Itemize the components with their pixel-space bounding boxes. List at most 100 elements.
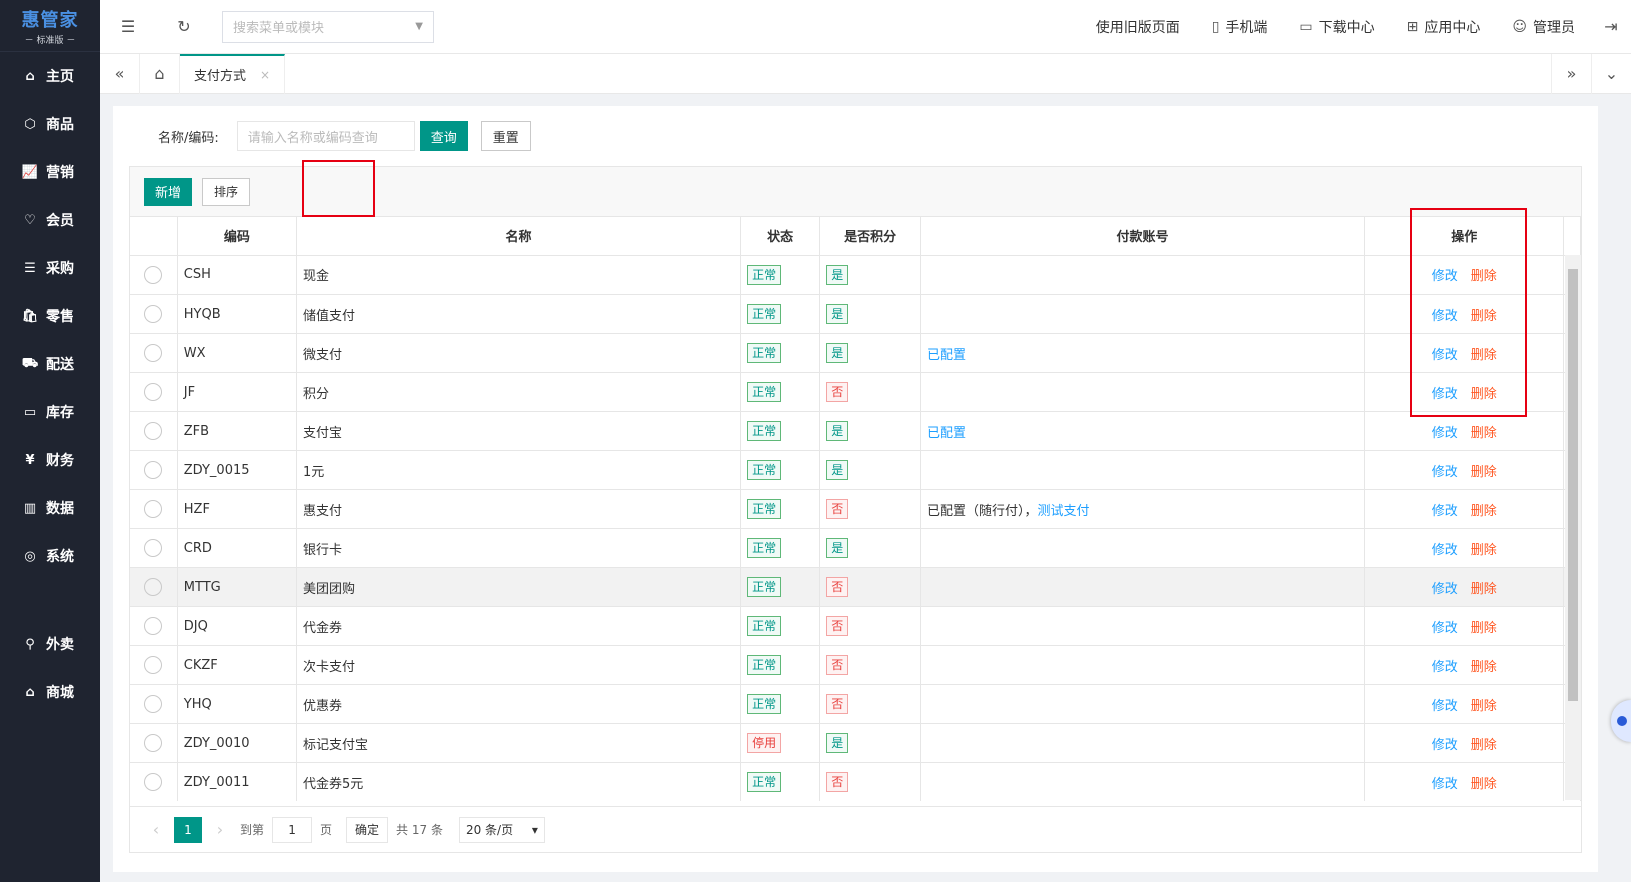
topbar-link[interactable]: ⊞ 应用中心 [1391, 17, 1497, 37]
table-row[interactable]: MTTG 美团团购 正常 否 修改 删除 [130, 567, 1581, 607]
table-row[interactable]: ZDY_0010 标记支付宝 停用 是 修改 删除 [130, 723, 1581, 763]
table-row[interactable]: ZDY_0011 代金券5元 正常 否 修改 删除 [130, 762, 1581, 801]
next-page-icon[interactable]: › [208, 820, 232, 839]
row-radio[interactable] [144, 461, 163, 479]
current-page[interactable]: 1 [174, 816, 202, 843]
name-cell: 代金券5元 [296, 762, 742, 801]
row-radio[interactable] [144, 695, 163, 713]
table-row[interactable]: CRD 银行卡 正常 是 修改 删除 [130, 528, 1581, 568]
sidebar-item[interactable]: ▥ 数据 [0, 484, 100, 532]
sidebar-item[interactable]: 📈 营销 [0, 148, 100, 196]
menu-toggle-icon[interactable]: ☰ [100, 17, 156, 36]
table-row[interactable]: ZFB 支付宝 正常 是 已配置 修改 删除 [130, 411, 1581, 451]
sidebar-item[interactable]: ▭ 库存 [0, 388, 100, 436]
search-input[interactable]: 请输入名称或编码查询 [236, 121, 415, 151]
row-radio[interactable] [144, 656, 163, 674]
topbar-link[interactable]: 使用旧版页面 [1080, 17, 1196, 37]
edit-link[interactable]: 修改 [1432, 465, 1458, 480]
delete-link[interactable]: 删除 [1471, 660, 1497, 675]
sidebar-item[interactable]: ⚲ 外卖 [0, 620, 100, 668]
edit-link[interactable]: 修改 [1432, 621, 1458, 636]
edit-link[interactable]: 修改 [1432, 543, 1458, 558]
sidebar-item[interactable]: ⛟ 配送 [0, 340, 100, 388]
row-select-cell [130, 723, 178, 763]
menu-search-input[interactable]: 搜索菜单或模块 ▼ [222, 10, 434, 43]
row-radio[interactable] [144, 422, 163, 440]
table-row[interactable]: JF 积分 正常否修改 删除 [130, 372, 1581, 412]
row-radio[interactable] [144, 265, 163, 284]
logout-icon[interactable]: ⇥ [1591, 17, 1631, 36]
table-body[interactable]: CSH 现金 正常是修改 删除 HYQB 储值支付 正常是修改 删除 WX 微支付 正常是已配置 修改… [130, 255, 1581, 801]
sidebar-item[interactable]: ☰ 采购 [0, 244, 100, 292]
account-link[interactable]: 已配置 [927, 348, 966, 363]
account-link[interactable]: 测试支付 [1037, 504, 1089, 519]
edit-link[interactable]: 修改 [1432, 777, 1458, 792]
tab-more-icon[interactable]: ⌄ [1591, 53, 1631, 94]
row-radio[interactable] [144, 500, 163, 518]
refresh-icon[interactable]: ↻ [156, 17, 212, 36]
sidebar-item[interactable]: ⌂ 商城 [0, 668, 100, 716]
account-link[interactable]: 已配置 [927, 426, 966, 441]
delete-link[interactable]: 删除 [1471, 621, 1497, 636]
row-radio[interactable] [144, 344, 163, 362]
edit-link[interactable]: 修改 [1432, 582, 1458, 597]
sidebar-item[interactable]: ⬡ 商品 [0, 100, 100, 148]
delete-link[interactable]: 删除 [1471, 426, 1497, 441]
row-radio[interactable] [144, 383, 163, 401]
row-radio[interactable] [144, 539, 163, 557]
sidebar-item[interactable]: ♡ 会员 [0, 196, 100, 244]
goto-page-input[interactable]: 1 [272, 816, 313, 843]
edit-link[interactable]: 修改 [1432, 738, 1458, 753]
row-radio[interactable] [144, 617, 163, 635]
delete-link[interactable]: 删除 [1471, 699, 1497, 714]
delete-link[interactable]: 删除 [1471, 582, 1497, 597]
reset-button[interactable]: 重置 [480, 121, 531, 151]
home-tab-icon[interactable]: ⌂ [140, 53, 180, 94]
table-row[interactable]: DJQ 代金券 正常 否 修改 删除 [130, 606, 1581, 646]
sidebar-item[interactable]: ¥ 财务 [0, 436, 100, 484]
tab-scroll-right-icon[interactable]: » [1551, 53, 1591, 94]
table-row[interactable]: CSH 现金 正常是修改 删除 [130, 255, 1581, 295]
sidebar-item[interactable]: 🛍 零售 [0, 292, 100, 340]
prev-page-icon[interactable]: ‹ [144, 820, 168, 839]
row-radio[interactable] [144, 773, 163, 791]
sidebar-item[interactable]: ◎ 系统 [0, 532, 100, 580]
sidebar-item[interactable]: ⌂ 主页 [0, 52, 100, 100]
table-row[interactable]: YHQ 优惠券 正常 否 修改 删除 [130, 684, 1581, 724]
tab-payment-methods[interactable]: 支付方式 × [180, 53, 286, 94]
delete-link[interactable]: 删除 [1471, 504, 1497, 519]
floating-assistant-icon[interactable] [1611, 700, 1631, 742]
sort-button[interactable]: 排序 [202, 177, 251, 206]
sidebar: 惠管家 － 标准版 － ⌂ 主页 ⬡ 商品 📈 营销 ♡ 会员 ☰ 采购 🛍 零售 ⛟ 配送 ▭ 库存 ¥ 财务 ▥… [0, 0, 100, 882]
goto-confirm-button[interactable]: 确定 [346, 816, 389, 843]
sidebar-item-label: 商城 [46, 685, 74, 701]
row-radio[interactable] [144, 305, 163, 323]
delete-link[interactable]: 删除 [1471, 465, 1497, 480]
edit-link[interactable]: 修改 [1432, 504, 1458, 519]
delete-link[interactable]: 删除 [1471, 777, 1497, 792]
table-row[interactable]: WX 微支付 正常是已配置 修改 删除 [130, 333, 1581, 373]
row-radio[interactable] [144, 578, 163, 596]
table-scrollbar[interactable] [1565, 255, 1581, 800]
scrollbar-thumb[interactable] [1568, 269, 1578, 701]
logo[interactable]: 惠管家 － 标准版 － [0, 0, 100, 52]
row-radio[interactable] [144, 734, 163, 752]
table-row[interactable]: HZF 惠支付 正常否已配置（随行付），测试支付 修改 删除 [130, 489, 1581, 529]
page-size-select[interactable]: 20 条/页 ▾ [458, 816, 545, 843]
add-button[interactable]: 新增 [144, 177, 193, 206]
topbar-link[interactable]: ☺ 管理员 [1496, 17, 1591, 37]
delete-link[interactable]: 删除 [1471, 543, 1497, 558]
edit-link[interactable]: 修改 [1432, 699, 1458, 714]
query-button[interactable]: 查询 [419, 121, 468, 151]
table-row[interactable]: ZDY_0015 1元 正常 是 修改 删除 [130, 450, 1581, 490]
edit-link[interactable]: 修改 [1432, 426, 1458, 441]
topbar-link[interactable]: ▯ 手机端 [1196, 17, 1284, 37]
table-row[interactable]: HYQB 储值支付 正常是修改 删除 [130, 294, 1581, 334]
edit-link[interactable]: 修改 [1432, 660, 1458, 675]
topbar-link[interactable]: ▭ 下载中心 [1283, 17, 1390, 37]
status-cell: 正常 [740, 450, 821, 490]
close-icon[interactable]: × [260, 68, 270, 82]
table-row[interactable]: CKZF 次卡支付 正常 否 修改 删除 [130, 645, 1581, 685]
tab-scroll-left-icon[interactable]: « [100, 53, 140, 94]
delete-link[interactable]: 删除 [1471, 738, 1497, 753]
